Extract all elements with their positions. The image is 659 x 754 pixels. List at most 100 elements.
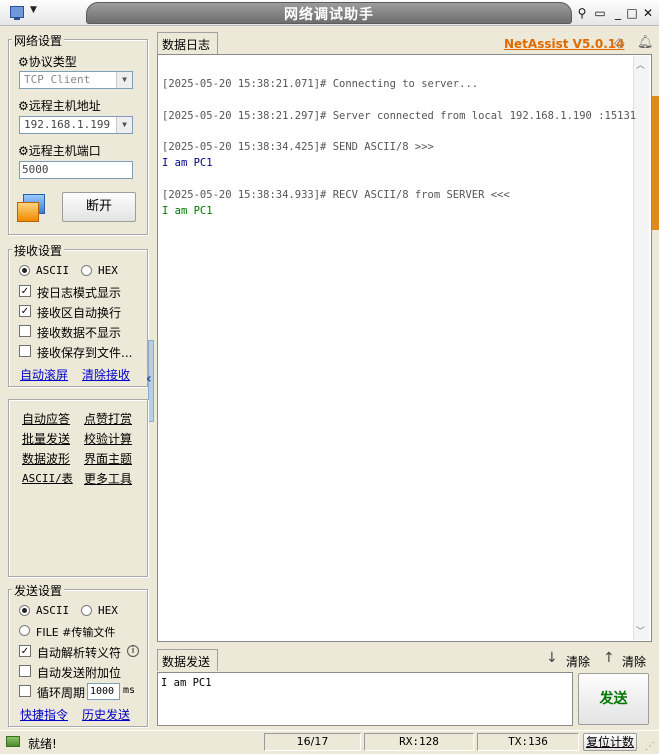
log-received-data: I am PC1 bbox=[162, 205, 213, 217]
log-entry: [2025-05-20 15:38:34.933]# RECV ASCII/8 … bbox=[162, 189, 510, 201]
remote-port-input[interactable]: 5000 bbox=[19, 161, 133, 179]
send-hex-label: HEX bbox=[98, 604, 118, 617]
auto-escape-label: 自动解析转义符 bbox=[37, 646, 122, 660]
tool-link[interactable]: ASCII/表 bbox=[22, 470, 73, 486]
log-timestamp: [2025-05-20 15:38:21.071]# bbox=[162, 78, 327, 90]
send-button[interactable]: 发送 bbox=[578, 673, 649, 725]
scroll-up-icon[interactable]: ︿ bbox=[636, 58, 645, 71]
collapse-chevron-icon[interactable]: ‹ bbox=[146, 371, 152, 387]
gear-icon: ⚙ bbox=[18, 55, 29, 69]
clear-receive-icon[interactable]: ↓ bbox=[546, 650, 558, 666]
send-hex-radio[interactable] bbox=[81, 605, 92, 616]
log-entry: [2025-05-20 15:38:34.425]# SEND ASCII/8 … bbox=[162, 141, 434, 153]
gear-icon: ⚙ bbox=[18, 99, 29, 113]
log-scrollbar[interactable] bbox=[633, 56, 649, 640]
log-timestamp: [2025-05-20 15:38:34.933]# bbox=[162, 189, 327, 201]
info-icon[interactable]: i bbox=[127, 645, 139, 657]
protocol-value: TCP Client bbox=[24, 73, 91, 86]
tool-link[interactable]: 更多工具 bbox=[84, 470, 132, 487]
append-bits-checkbox[interactable] bbox=[19, 665, 31, 677]
status-text: 就绪! bbox=[28, 737, 57, 751]
network-settings-legend: 网络设置 bbox=[12, 32, 65, 49]
diamond-icon[interactable]: ◇ bbox=[614, 35, 625, 51]
brand-link[interactable]: NetAssist V5.0.14 bbox=[504, 37, 624, 51]
recv-option-label: 按日志模式显示 bbox=[37, 286, 122, 300]
send-file-radio[interactable] bbox=[19, 625, 30, 636]
protocol-label: ⚙协议类型 bbox=[18, 55, 77, 69]
side-accent-bar bbox=[652, 96, 659, 230]
remote-host-select[interactable]: 192.168.1.199 ▼ bbox=[19, 116, 133, 134]
auto-scroll-link[interactable]: 自动滚屏 bbox=[20, 366, 68, 383]
recv-option-checkbox[interactable] bbox=[19, 325, 31, 337]
send-file-label: FILE #传输文件 bbox=[36, 626, 116, 639]
connection-status-icon bbox=[17, 194, 49, 224]
log-entry: [2025-05-20 15:38:21.297]# Server connec… bbox=[162, 110, 636, 122]
log-message: Server connected from local 192.168.1.19… bbox=[326, 110, 637, 122]
tool-link[interactable]: 界面主题 bbox=[84, 450, 132, 467]
gear-icon: ⚙ bbox=[18, 144, 29, 158]
tool-link[interactable]: 校验计算 bbox=[84, 430, 132, 447]
tx-counter: TX:136 bbox=[477, 733, 579, 751]
recv-option-checkbox[interactable]: ✓ bbox=[19, 305, 31, 317]
system-menu-caret-icon[interactable]: ▼ bbox=[30, 5, 37, 15]
clear-receive-button[interactable]: 清除 bbox=[566, 653, 590, 670]
loop-period-input[interactable]: 1000 bbox=[87, 683, 120, 700]
close-button[interactable]: ✕ bbox=[640, 5, 656, 21]
status-icon bbox=[6, 736, 20, 747]
app-icon[interactable] bbox=[10, 6, 24, 20]
log-timestamp: [2025-05-20 15:38:21.297]# bbox=[162, 110, 327, 122]
send-settings-legend: 发送设置 bbox=[12, 582, 65, 599]
loop-unit: ms bbox=[123, 685, 136, 696]
tab-data-send-label: 数据发送 bbox=[162, 655, 211, 669]
clear-receive-link[interactable]: 清除接收 bbox=[82, 366, 130, 383]
pin-icon[interactable]: ⚲ bbox=[574, 5, 590, 21]
remote-host-value: 192.168.1.199 bbox=[24, 118, 111, 131]
loop-send-label: 循环周期 bbox=[37, 686, 86, 700]
rx-counter: RX:128 bbox=[364, 733, 474, 751]
tool-link[interactable]: 自动应答 bbox=[22, 410, 70, 427]
remote-port-label: ⚙远程主机端口 bbox=[18, 144, 101, 158]
resize-grip-icon[interactable]: ⋰ bbox=[645, 741, 655, 752]
message-count: 16/17 bbox=[264, 733, 361, 751]
send-history-link[interactable]: 历史发送 bbox=[82, 706, 130, 723]
send-text: I am PC1 bbox=[161, 677, 212, 689]
recv-option-label: 接收区自动换行 bbox=[37, 306, 122, 320]
loop-send-checkbox[interactable] bbox=[19, 685, 31, 697]
send-ascii-radio[interactable] bbox=[19, 605, 30, 616]
log-message: RECV ASCII/8 from SERVER <<< bbox=[326, 189, 510, 201]
shortcut-commands-link[interactable]: 快捷指令 bbox=[20, 706, 68, 723]
tool-link[interactable]: 点赞打赏 bbox=[84, 410, 132, 427]
tool-link[interactable]: 批量发送 bbox=[22, 430, 70, 447]
log-entry: [2025-05-20 15:38:21.071]# Connecting to… bbox=[162, 78, 478, 90]
send-ascii-label: ASCII bbox=[36, 604, 70, 617]
restore-button[interactable]: ▭ bbox=[592, 5, 608, 21]
send-textarea[interactable] bbox=[157, 672, 573, 726]
auto-escape-checkbox[interactable]: ✓ bbox=[19, 645, 31, 657]
recv-ascii-radio[interactable] bbox=[19, 265, 30, 276]
chevron-down-icon[interactable]: ▼ bbox=[116, 117, 132, 133]
clear-send-button[interactable]: 清除 bbox=[622, 653, 646, 670]
log-sent-data: I am PC1 bbox=[162, 157, 213, 169]
recv-option-checkbox[interactable]: ✓ bbox=[19, 285, 31, 297]
tool-link[interactable]: 数据波形 bbox=[22, 450, 70, 467]
scroll-down-icon[interactable]: ﹀ bbox=[636, 624, 645, 637]
log-message: Connecting to server... bbox=[326, 78, 479, 90]
tab-data-log-label: 数据日志 bbox=[162, 38, 211, 52]
recv-hex-radio[interactable] bbox=[81, 265, 92, 276]
recv-option-label: 接收保存到文件... bbox=[37, 346, 133, 360]
bell-icon[interactable]: 🔔︎ bbox=[637, 35, 654, 50]
recv-ascii-label: ASCII bbox=[36, 264, 70, 277]
clear-send-icon[interactable]: ↑ bbox=[603, 650, 615, 666]
log-message: SEND ASCII/8 >>> bbox=[326, 141, 434, 153]
reset-count-button[interactable]: 复位计数 bbox=[583, 733, 637, 751]
receive-settings-legend: 接收设置 bbox=[12, 242, 65, 259]
remote-host-label: ⚙远程主机地址 bbox=[18, 99, 101, 113]
recv-hex-label: HEX bbox=[98, 264, 118, 277]
recv-option-checkbox[interactable] bbox=[19, 345, 31, 357]
recv-option-label: 接收数据不显示 bbox=[37, 326, 122, 340]
protocol-select[interactable]: TCP Client ▼ bbox=[19, 71, 133, 89]
chevron-down-icon[interactable]: ▼ bbox=[116, 72, 132, 88]
maximize-button[interactable]: □ bbox=[624, 5, 640, 21]
disconnect-button[interactable]: 断开 bbox=[62, 192, 136, 222]
window-title: 网络调试助手 bbox=[284, 7, 374, 23]
